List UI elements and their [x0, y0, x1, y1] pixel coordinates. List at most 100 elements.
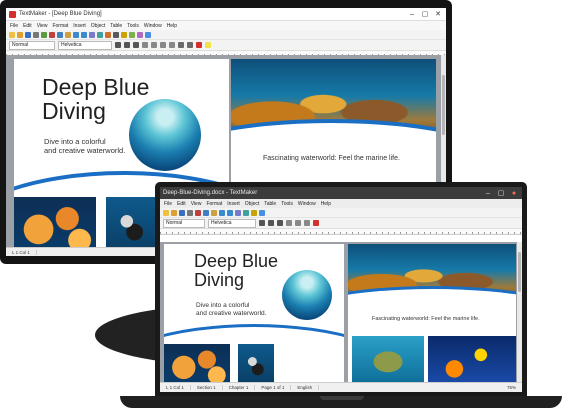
redo-icon[interactable] [81, 31, 87, 38]
laptop-turtle-photo [352, 336, 424, 383]
font-select[interactable]: Helvetica [58, 40, 112, 50]
laptop-menu-tools[interactable]: Tools [281, 201, 293, 207]
menu-file[interactable]: File [10, 23, 18, 29]
paragraph-style-select[interactable]: Normal [9, 40, 55, 50]
insert-chart-icon[interactable] [105, 31, 111, 38]
justify-icon[interactable] [169, 42, 175, 48]
laptop-redo-icon[interactable] [227, 209, 233, 216]
insert-table-icon[interactable] [89, 31, 95, 38]
laptop-page-1[interactable]: Deep Blue Diving Dive into a colorful an… [164, 244, 344, 383]
laptop-headline: Deep Blue Diving [194, 252, 278, 290]
font-color-icon[interactable] [196, 42, 202, 48]
laptop-standard-toolbar [160, 208, 522, 218]
laptop-save-icon[interactable] [179, 209, 185, 216]
laptop-hyperlink-icon[interactable] [259, 209, 265, 216]
hyperlink-icon[interactable] [145, 31, 151, 38]
laptop-page-2[interactable]: Fascinating waterworld: Feel the marine … [348, 244, 516, 383]
laptop-insert-picture-icon[interactable] [243, 209, 249, 216]
laptop-align-right-icon[interactable] [304, 220, 310, 226]
laptop-formatting-toolbar: Normal Helvetica [160, 218, 522, 229]
maximize-button[interactable]: ▢ [420, 10, 430, 18]
undo-icon[interactable] [73, 31, 79, 38]
laptop-menu-view[interactable]: View [191, 201, 202, 207]
laptop-copy-icon[interactable] [203, 209, 209, 216]
cut-icon[interactable] [49, 31, 55, 38]
standard-toolbar [6, 30, 446, 40]
title-bar: TextMaker - [Deep Blue Diving] – ▢ ✕ [6, 8, 446, 21]
laptop-paste-icon[interactable] [211, 209, 217, 216]
laptop-print-icon[interactable] [187, 209, 193, 216]
laptop-maximize-button[interactable]: ▢ [496, 189, 506, 197]
minimize-button[interactable]: – [407, 11, 417, 18]
menu-tools[interactable]: Tools [127, 23, 139, 29]
laptop-minimize-button[interactable]: – [483, 190, 493, 197]
laptop-vertical-scrollbar[interactable] [517, 242, 522, 383]
insert-picture-icon[interactable] [97, 31, 103, 38]
headline-line-1: Deep Blue [42, 74, 150, 100]
italic-icon[interactable] [124, 42, 130, 48]
laptop-undo-icon[interactable] [219, 209, 225, 216]
numbered-list-icon[interactable] [187, 42, 193, 48]
laptop-status-language: English [291, 385, 320, 390]
new-document-icon[interactable] [9, 31, 15, 38]
open-folder-icon[interactable] [17, 31, 23, 38]
laptop-font-color-icon[interactable] [313, 220, 319, 226]
insert-frame-icon[interactable] [129, 31, 135, 38]
laptop-align-center-icon[interactable] [295, 220, 301, 226]
laptop-scrollbar-thumb[interactable] [518, 252, 521, 292]
menu-format[interactable]: Format [52, 23, 68, 29]
laptop-coral-photo [164, 344, 230, 383]
menu-object[interactable]: Object [91, 23, 105, 29]
laptop-diver-photo [238, 344, 274, 383]
menu-window[interactable]: Window [144, 23, 162, 29]
scrollbar-thumb[interactable] [442, 75, 445, 135]
laptop-menu-help[interactable]: Help [321, 201, 331, 207]
save-icon[interactable] [25, 31, 31, 38]
laptop-title-bar: Deep-Blue-Diving.docx - TextMaker – ▢ ● [160, 187, 522, 199]
underline-icon[interactable] [133, 42, 139, 48]
copy-icon[interactable] [57, 31, 63, 38]
spellcheck-icon[interactable] [121, 31, 127, 38]
highlight-icon[interactable] [205, 42, 211, 48]
laptop-new-document-icon[interactable] [163, 209, 169, 216]
laptop-cut-icon[interactable] [195, 209, 201, 216]
paste-icon[interactable] [65, 31, 71, 38]
laptop-insert-table-icon[interactable] [235, 209, 241, 216]
laptop-close-button[interactable]: ● [509, 190, 519, 197]
laptop-paragraph-style-select[interactable]: Normal [163, 218, 205, 228]
laptop-zoom-level[interactable]: 75% [501, 385, 522, 390]
laptop-font-select[interactable]: Helvetica [208, 218, 256, 228]
print-icon[interactable] [33, 31, 39, 38]
laptop-menu-object[interactable]: Object [245, 201, 259, 207]
laptop-menu-table[interactable]: Table [264, 201, 276, 207]
menu-help[interactable]: Help [167, 23, 177, 29]
close-button[interactable]: ✕ [433, 10, 443, 18]
laptop-document-area[interactable]: Deep Blue Diving Dive into a colorful an… [160, 242, 522, 383]
align-center-icon[interactable] [151, 42, 157, 48]
bold-icon[interactable] [115, 42, 121, 48]
laptop-menu-format[interactable]: Format [206, 201, 222, 207]
ocean-circle-photo [129, 99, 201, 171]
align-right-icon[interactable] [160, 42, 166, 48]
zoom-icon[interactable] [113, 31, 119, 38]
laptop-menu-file[interactable]: File [164, 201, 172, 207]
align-left-icon[interactable] [142, 42, 148, 48]
laptop-bold-icon[interactable] [259, 220, 265, 226]
print-preview-icon[interactable] [41, 31, 47, 38]
menu-view[interactable]: View [37, 23, 48, 29]
laptop-horizontal-ruler[interactable] [160, 229, 522, 235]
laptop-italic-icon[interactable] [268, 220, 274, 226]
laptop-menu-insert[interactable]: Insert [227, 201, 240, 207]
menu-insert[interactable]: Insert [73, 23, 86, 29]
menu-edit[interactable]: Edit [23, 23, 32, 29]
menu-table[interactable]: Table [110, 23, 122, 29]
laptop-menu-edit[interactable]: Edit [177, 201, 186, 207]
laptop-align-left-icon[interactable] [286, 220, 292, 226]
laptop-open-folder-icon[interactable] [171, 209, 177, 216]
laptop-menu-window[interactable]: Window [298, 201, 316, 207]
laptop-spellcheck-icon[interactable] [251, 209, 257, 216]
tagline: Dive into a colorful and creative waterw… [44, 137, 125, 156]
laptop-underline-icon[interactable] [277, 220, 283, 226]
bullet-list-icon[interactable] [178, 42, 184, 48]
insert-shape-icon[interactable] [137, 31, 143, 38]
